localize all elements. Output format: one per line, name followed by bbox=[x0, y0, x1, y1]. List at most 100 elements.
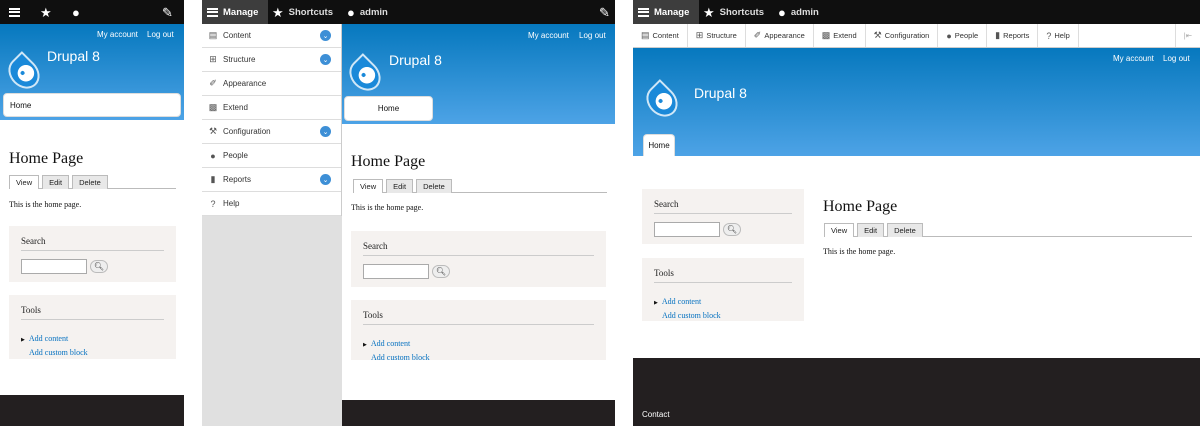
mobile-view: ★ ● ✎ My account Log out Drupal 8 Home H… bbox=[0, 0, 184, 426]
manage-tab[interactable]: Manage bbox=[633, 0, 699, 24]
search-input[interactable] bbox=[21, 259, 87, 274]
site-name[interactable]: Drupal 8 bbox=[47, 48, 100, 64]
tray-item-label: Structure bbox=[223, 55, 256, 64]
add-custom-block-link[interactable]: Add custom block bbox=[654, 309, 792, 322]
primary-nav-home[interactable]: Home bbox=[643, 134, 675, 156]
menu-item-configuration[interactable]: ⚒ Configuration bbox=[866, 24, 939, 47]
my-account-link[interactable]: My account bbox=[1113, 54, 1154, 63]
tab-edit[interactable]: Edit bbox=[42, 175, 70, 189]
orientation-toggle[interactable]: |⇤ bbox=[1174, 24, 1200, 47]
log-out-link[interactable]: Log out bbox=[579, 31, 606, 40]
site-name[interactable]: Drupal 8 bbox=[389, 52, 442, 68]
tab-delete[interactable]: Delete bbox=[72, 175, 108, 189]
tray-item-structure[interactable]: ⊞ Structure ⌄ bbox=[202, 48, 341, 72]
shortcuts-button[interactable]: ★ bbox=[40, 0, 52, 24]
menu-item-label: Content bbox=[652, 31, 679, 40]
tab-view[interactable]: View bbox=[9, 175, 40, 189]
manage-tab[interactable]: Manage bbox=[202, 0, 268, 24]
drupal-logo[interactable] bbox=[2, 51, 46, 95]
manage-menu-button[interactable] bbox=[9, 0, 20, 24]
tools-block-title: Tools bbox=[363, 310, 594, 325]
add-custom-block-link[interactable]: Add custom block bbox=[363, 351, 594, 364]
menu-item-people[interactable]: ● People bbox=[938, 24, 988, 47]
menu-item-extend[interactable]: ▩ Extend bbox=[814, 24, 866, 47]
search-button[interactable]: 🔍︎ bbox=[90, 260, 108, 273]
menu-item-appearance[interactable]: ✐ Appearance bbox=[746, 24, 814, 47]
edit-toggle[interactable]: ✎ bbox=[162, 0, 173, 24]
user-tab[interactable]: ● admin bbox=[347, 0, 388, 24]
pencil-icon: ✎ bbox=[162, 4, 173, 20]
collapse-icon: |⇤ bbox=[1183, 31, 1192, 40]
tab-delete[interactable]: Delete bbox=[887, 223, 923, 237]
menu-item-label: Extend bbox=[833, 31, 857, 40]
user-button[interactable]: ● bbox=[72, 0, 80, 24]
help-icon: ? bbox=[1046, 30, 1052, 41]
add-content-link[interactable]: Add content bbox=[371, 339, 410, 348]
wrench-icon: ⚒ bbox=[873, 30, 882, 40]
my-account-link[interactable]: My account bbox=[97, 30, 138, 39]
tray-item-extend[interactable]: ▩ Extend bbox=[202, 96, 341, 120]
menu-item-label: People bbox=[954, 31, 979, 40]
search-button[interactable]: 🔍︎ bbox=[432, 265, 450, 278]
people-icon: ● bbox=[946, 30, 952, 41]
primary-nav-home[interactable]: Home bbox=[344, 96, 433, 121]
tray-item-help[interactable]: ? Help bbox=[202, 192, 341, 216]
wrench-icon: ⚒ bbox=[208, 126, 218, 136]
page-title: Home Page bbox=[823, 198, 898, 215]
tray-item-reports[interactable]: ▮ Reports ⌄ bbox=[202, 168, 341, 192]
log-out-link[interactable]: Log out bbox=[1163, 54, 1190, 63]
hamburger-icon bbox=[638, 7, 649, 17]
shortcuts-tab[interactable]: ★ Shortcuts bbox=[703, 0, 764, 24]
search-input[interactable] bbox=[363, 264, 429, 279]
footer-contact-link[interactable]: Contact bbox=[642, 410, 670, 419]
user-label: admin bbox=[359, 6, 388, 18]
add-content-link[interactable]: Add content bbox=[29, 334, 68, 343]
tray-item-configuration[interactable]: ⚒ Configuration ⌄ bbox=[202, 120, 341, 144]
tab-view[interactable]: View bbox=[353, 179, 384, 193]
tab-edit[interactable]: Edit bbox=[386, 179, 414, 193]
person-icon: ● bbox=[72, 4, 80, 20]
puzzle-icon: ▩ bbox=[208, 102, 218, 112]
tray-item-appearance[interactable]: ✐ Appearance bbox=[202, 72, 341, 96]
search-block: Search 🔍︎ bbox=[9, 226, 176, 282]
shortcuts-tab[interactable]: ★ Shortcuts bbox=[272, 0, 333, 24]
add-custom-block-link[interactable]: Add custom block bbox=[21, 346, 164, 359]
add-content-link[interactable]: Add content bbox=[662, 297, 701, 306]
desktop-view: Manage ★ Shortcuts ● admin ▤ Content ⊞ Struc… bbox=[633, 0, 1200, 426]
chevron-down-icon[interactable]: ⌄ bbox=[320, 174, 331, 185]
search-button[interactable]: 🔍︎ bbox=[723, 223, 741, 236]
menu-item-reports[interactable]: ▮ Reports bbox=[987, 24, 1039, 47]
tray-item-label: Help bbox=[223, 199, 240, 208]
tab-edit[interactable]: Edit bbox=[857, 223, 885, 237]
triangle-bullet-icon: ▶ bbox=[21, 337, 25, 343]
site-header: My account Log out Drupal 8 Home bbox=[342, 24, 615, 124]
log-out-link[interactable]: Log out bbox=[147, 30, 174, 39]
search-input[interactable] bbox=[654, 222, 720, 237]
drupal-logo[interactable] bbox=[343, 53, 387, 97]
manage-label: Manage bbox=[223, 6, 259, 18]
edit-toggle[interactable]: ✎ bbox=[599, 0, 610, 24]
footer bbox=[342, 400, 615, 426]
star-icon: ★ bbox=[272, 4, 284, 20]
menu-item-help[interactable]: ? Help bbox=[1038, 24, 1079, 47]
person-icon: ● bbox=[347, 4, 355, 20]
tab-view[interactable]: View bbox=[824, 223, 855, 237]
drupal-logo[interactable] bbox=[640, 79, 684, 123]
tray-item-content[interactable]: ▤ Content ⌄ bbox=[202, 24, 341, 48]
site-name[interactable]: Drupal 8 bbox=[694, 85, 747, 101]
local-tabs: View Edit Delete bbox=[353, 179, 607, 193]
people-icon: ● bbox=[210, 150, 216, 161]
magnifier-icon: 🔍︎ bbox=[93, 262, 105, 271]
menu-item-structure[interactable]: ⊞ Structure bbox=[688, 24, 746, 47]
my-account-link[interactable]: My account bbox=[528, 31, 569, 40]
primary-nav-home[interactable]: Home bbox=[3, 93, 181, 117]
chevron-down-icon[interactable]: ⌄ bbox=[320, 54, 331, 65]
chevron-down-icon[interactable]: ⌄ bbox=[320, 126, 331, 137]
chevron-down-icon[interactable]: ⌄ bbox=[320, 30, 331, 41]
tab-delete[interactable]: Delete bbox=[416, 179, 452, 193]
puzzle-icon: ▩ bbox=[821, 30, 831, 40]
page-body: This is the home page. bbox=[351, 203, 424, 212]
tray-item-people[interactable]: ● People bbox=[202, 144, 341, 168]
menu-item-content[interactable]: ▤ Content bbox=[633, 24, 688, 47]
user-tab[interactable]: ● admin bbox=[778, 0, 819, 24]
